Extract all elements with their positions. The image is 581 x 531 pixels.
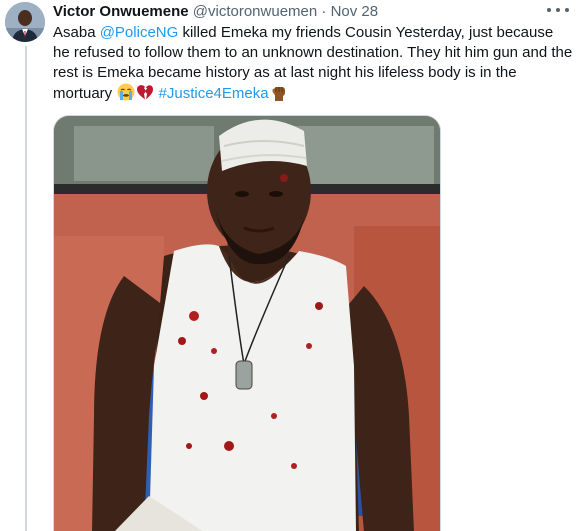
display-name[interactable]: Victor Onwuemene: [53, 3, 189, 20]
tweet-text-part: Asaba: [53, 24, 100, 41]
raised-fist-emoji: [270, 83, 288, 107]
more-horizontal-icon[interactable]: [547, 2, 569, 18]
avatar[interactable]: [5, 2, 45, 42]
thread-line: [25, 46, 27, 531]
crying-face-emoji: [117, 83, 135, 107]
photo-image: [54, 116, 440, 531]
tweet-media-photo[interactable]: [53, 115, 441, 531]
separator-dot: ·: [321, 3, 327, 20]
tweet[interactable]: Victor Onwuemene @victoronwuemen · Nov 2…: [0, 0, 581, 531]
broken-heart-emoji: [136, 83, 154, 107]
avatar-image: [5, 2, 45, 42]
tweet-date[interactable]: Nov 28: [331, 3, 379, 20]
hashtag-link[interactable]: #Justice4Emeka: [159, 85, 269, 102]
mention-link[interactable]: @PoliceNG: [100, 24, 179, 41]
user-handle[interactable]: @victoronwuemen: [193, 3, 317, 20]
tweet-header: Victor Onwuemene @victoronwuemen · Nov 2…: [53, 2, 378, 22]
tweet-text: Asaba @PoliceNG killed Emeka my friends …: [53, 23, 573, 107]
